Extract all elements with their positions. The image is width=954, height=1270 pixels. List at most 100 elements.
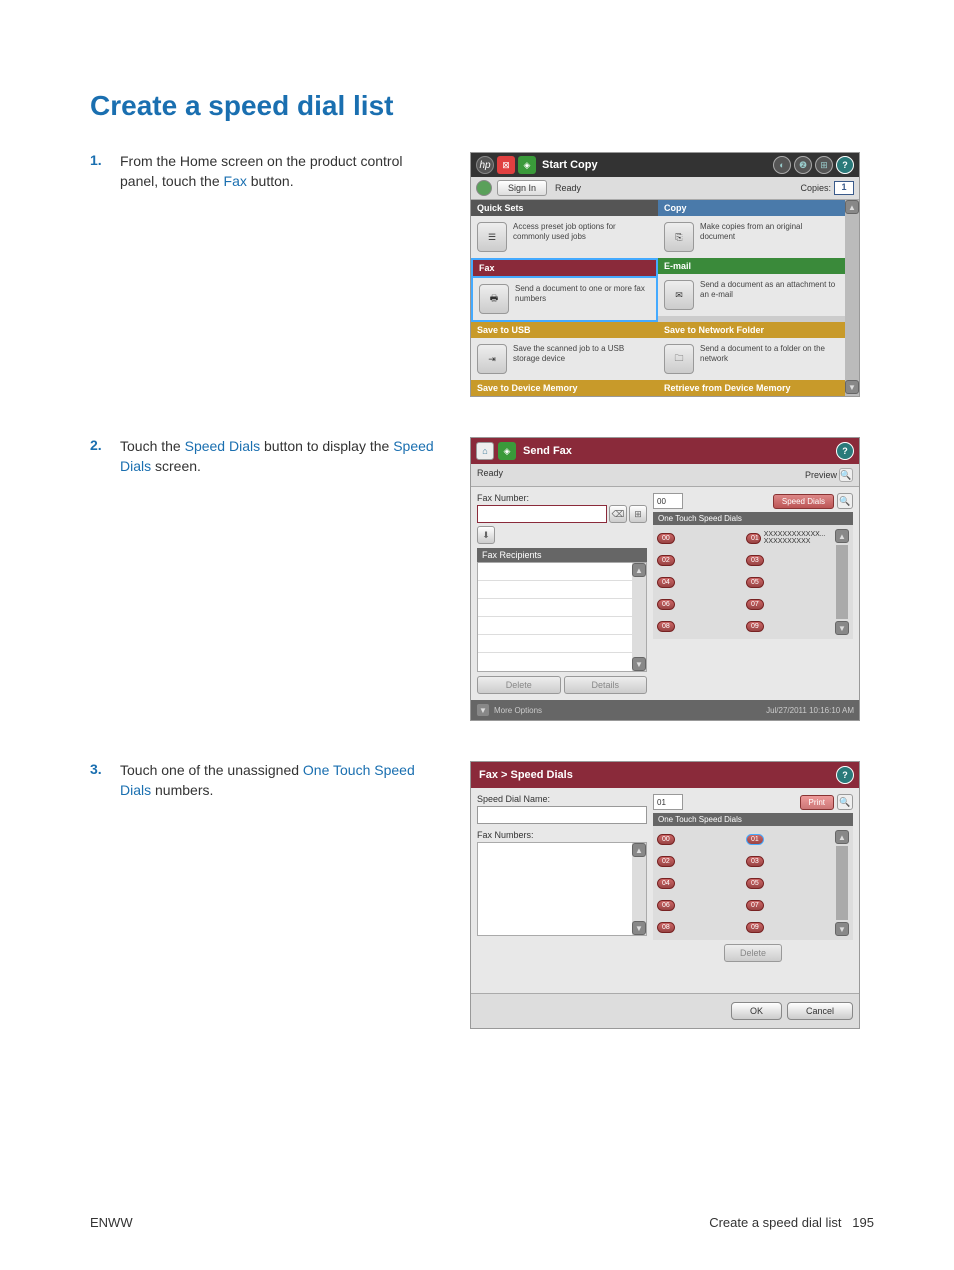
speed-dial-name-input[interactable] — [477, 806, 647, 824]
usb-header[interactable]: Save to USB — [471, 322, 658, 338]
cancel-button[interactable]: Cancel — [787, 1002, 853, 1020]
ok-button[interactable]: OK — [731, 1002, 782, 1020]
speed-dial-pill[interactable]: 07 — [746, 599, 764, 610]
preview-button[interactable]: Preview — [805, 470, 837, 480]
speed-dial-pill[interactable]: 05 — [746, 878, 764, 889]
fax-number-input[interactable] — [477, 505, 607, 523]
start-icon[interactable]: ◈ — [518, 156, 536, 174]
speed-dial-slot[interactable]: 07 — [746, 595, 831, 613]
help-icon[interactable]: ? — [836, 156, 854, 174]
quick-sets-header[interactable]: Quick Sets — [471, 200, 658, 216]
speed-dial-pill[interactable]: 07 — [746, 900, 764, 911]
print-button[interactable]: Print — [800, 795, 834, 810]
speed-dial-slot[interactable]: 01 — [746, 830, 831, 848]
speed-dial-pill[interactable]: 03 — [746, 555, 764, 566]
reset-icon[interactable]: ◐ — [773, 156, 791, 174]
help-icon[interactable]: ? — [836, 442, 854, 460]
speed-dial-pill[interactable]: 08 — [657, 621, 675, 632]
quick-sets-icon: ☰ — [477, 222, 507, 252]
step-text: From the Home screen on the product cont… — [120, 152, 440, 397]
home-icon[interactable]: ⌂ — [476, 442, 494, 460]
speed-dial-slot[interactable]: 06 — [657, 595, 742, 613]
speed-dial-slot[interactable]: 08 — [657, 617, 742, 635]
page-title: Create a speed dial list — [90, 90, 874, 122]
details-button[interactable]: Details — [564, 676, 648, 694]
search-icon[interactable]: 🔍 — [837, 493, 853, 509]
speed-dial-pill[interactable]: 00 — [657, 533, 675, 544]
email-header[interactable]: E-mail — [658, 258, 845, 274]
speed-dial-pill[interactable]: 02 — [657, 555, 675, 566]
send-fax-screenshot: ⌂ ◈ Send Fax ? Ready Preview🔍 Fax Number… — [470, 437, 860, 721]
fax-numbers-list[interactable]: ▲▼ — [477, 842, 647, 936]
scroll-down-icon[interactable]: ▼ — [835, 922, 849, 936]
help-icon[interactable]: ? — [836, 766, 854, 784]
speed-dial-pill[interactable]: 06 — [657, 900, 675, 911]
speed-dial-slot[interactable]: 02 — [657, 551, 742, 569]
sign-in-button[interactable]: Sign In — [497, 180, 547, 196]
speed-dial-slot[interactable]: 04 — [657, 874, 742, 892]
speed-dial-slot[interactable]: 03 — [746, 852, 831, 870]
speed-dials-button[interactable]: Speed Dials — [773, 494, 834, 509]
scroll-up-icon[interactable]: ▲ — [632, 563, 646, 577]
backspace-icon[interactable]: ⌫ — [609, 505, 627, 523]
delete-button[interactable]: Delete — [724, 944, 782, 962]
speed-dials-link: Speed Dials — [185, 438, 261, 454]
scroll-down-icon[interactable]: ▼ — [632, 657, 646, 671]
scroll-down-icon[interactable]: ▼ — [632, 921, 646, 935]
speed-dial-slot[interactable]: 08 — [657, 918, 742, 936]
speed-dial-pill[interactable]: 01 — [746, 533, 761, 544]
speed-dial-pill[interactable]: 05 — [746, 577, 764, 588]
speed-dial-pill[interactable]: 00 — [657, 834, 675, 845]
speed-dial-slot[interactable]: 09 — [746, 617, 831, 635]
speed-dial-pill[interactable]: 06 — [657, 599, 675, 610]
scroll-down-icon[interactable]: ▼ — [845, 380, 859, 394]
copy-header[interactable]: Copy — [658, 200, 845, 216]
footer-left: ENWW — [90, 1215, 133, 1230]
start-copy-label[interactable]: Start Copy — [542, 159, 598, 171]
scroll-up-icon[interactable]: ▲ — [835, 529, 849, 543]
speed-dial-pill[interactable]: 09 — [746, 621, 764, 632]
fax-recipients-list[interactable]: ▲▼ — [477, 562, 647, 672]
add-icon[interactable]: ⬇ — [477, 526, 495, 544]
stop-icon[interactable]: ⊠ — [497, 156, 515, 174]
speed-dial-slot[interactable]: 09 — [746, 918, 831, 936]
pause-icon[interactable]: ❷ — [794, 156, 812, 174]
scroll-down-icon[interactable]: ▼ — [835, 621, 849, 635]
network-icon[interactable]: ⊞ — [815, 156, 833, 174]
magnifier-icon[interactable]: 🔍 — [839, 468, 853, 482]
speed-dial-pill[interactable]: 04 — [657, 577, 675, 588]
search-icon[interactable]: 🔍 — [837, 794, 853, 810]
keypad-icon[interactable]: ⊞ — [629, 505, 647, 523]
scroll-up-icon[interactable]: ▲ — [845, 200, 859, 214]
speed-dial-slot[interactable]: 03 — [746, 551, 831, 569]
chevron-down-icon[interactable]: ▼ — [476, 703, 490, 717]
speed-dial-pill[interactable]: 04 — [657, 878, 675, 889]
usb-icon: ⇥ — [477, 344, 507, 374]
save-memory-header[interactable]: Save to Device Memory — [471, 380, 658, 396]
speed-dial-slot[interactable]: 00 — [657, 830, 742, 848]
status-icon — [476, 180, 492, 196]
start-icon[interactable]: ◈ — [498, 442, 516, 460]
network-folder-header[interactable]: Save to Network Folder — [658, 322, 845, 338]
speed-dial-pill[interactable]: 01 — [746, 834, 764, 845]
speed-dial-slot[interactable]: 02 — [657, 852, 742, 870]
copies-input[interactable]: 1 — [834, 181, 854, 195]
scroll-up-icon[interactable]: ▲ — [835, 830, 849, 844]
speed-dial-slot[interactable]: 01XXXXXXXXXXXX... XXXXXXXXXX — [746, 529, 831, 547]
delete-button[interactable]: Delete — [477, 676, 561, 694]
scroll-up-icon[interactable]: ▲ — [632, 843, 646, 857]
retrieve-memory-header[interactable]: Retrieve from Device Memory — [658, 380, 845, 396]
more-options-button[interactable]: More Options — [494, 706, 542, 715]
speed-dial-slot[interactable]: 05 — [746, 874, 831, 892]
speed-dial-name-label: Speed Dial Name: — [477, 794, 647, 804]
fax-header[interactable]: Fax — [471, 258, 658, 278]
speed-dial-pill[interactable]: 03 — [746, 856, 764, 867]
speed-dial-pill[interactable]: 02 — [657, 856, 675, 867]
speed-dial-slot[interactable]: 07 — [746, 896, 831, 914]
speed-dial-slot[interactable]: 05 — [746, 573, 831, 591]
speed-dial-slot[interactable]: 04 — [657, 573, 742, 591]
speed-dial-slot[interactable]: 00 — [657, 529, 742, 547]
speed-dial-slot[interactable]: 06 — [657, 896, 742, 914]
speed-dial-pill[interactable]: 09 — [746, 922, 764, 933]
speed-dial-pill[interactable]: 08 — [657, 922, 675, 933]
